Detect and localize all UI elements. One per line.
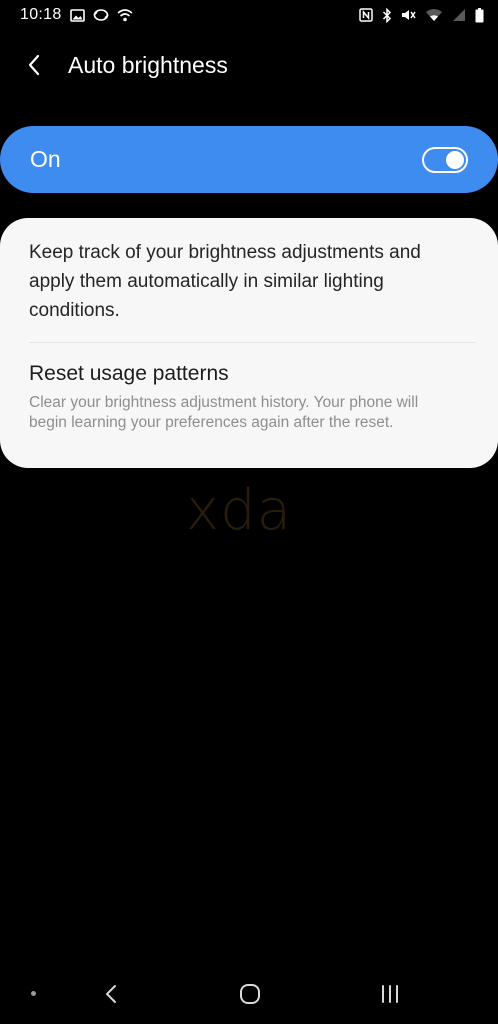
status-bar: 10:18: [0, 0, 498, 30]
reset-usage-patterns-item[interactable]: Reset usage patterns Clear your brightne…: [0, 356, 498, 460]
home-icon: [240, 984, 260, 1004]
nfc-icon: [359, 8, 373, 22]
nav-recents-button[interactable]: [378, 983, 402, 1005]
reset-summary: Clear your brightness adjustment history…: [29, 394, 419, 431]
mute-icon: [401, 8, 416, 22]
nav-home-button[interactable]: [238, 982, 262, 1006]
description-text: Keep track of your brightness adjustment…: [29, 242, 421, 321]
toggle-knob: [446, 150, 464, 169]
master-switch-label: On: [30, 146, 61, 172]
bluetooth-icon: [382, 7, 392, 23]
reset-title: Reset usage patterns: [29, 362, 229, 385]
back-icon: [106, 985, 116, 1003]
dot-indicator-icon[interactable]: [31, 991, 36, 996]
nav-back-button[interactable]: [100, 982, 122, 1006]
navigation-bar: [0, 970, 498, 1018]
battery-icon: [475, 7, 484, 23]
app-header: Auto brightness: [0, 40, 498, 90]
signal-icon: [452, 8, 466, 22]
status-time: 10:18: [20, 6, 62, 23]
status-left: 10:18: [20, 6, 133, 24]
divider: [29, 342, 476, 343]
screen: 10:18 Auto brightness On Keep track of y…: [0, 0, 498, 1024]
watermark-logo: xda: [186, 478, 293, 543]
page-title: Auto brightness: [68, 51, 228, 78]
status-right: [359, 7, 484, 23]
sync-icon: [92, 8, 109, 22]
gallery-icon: [69, 8, 85, 22]
back-button[interactable]: [14, 45, 54, 85]
wifi-calling-icon: [117, 8, 133, 22]
recents-icon: [382, 985, 398, 1003]
master-switch-bar[interactable]: On: [0, 126, 498, 193]
wifi-icon: [425, 8, 443, 22]
master-toggle[interactable]: [422, 146, 468, 173]
chevron-left-icon: [28, 54, 40, 76]
